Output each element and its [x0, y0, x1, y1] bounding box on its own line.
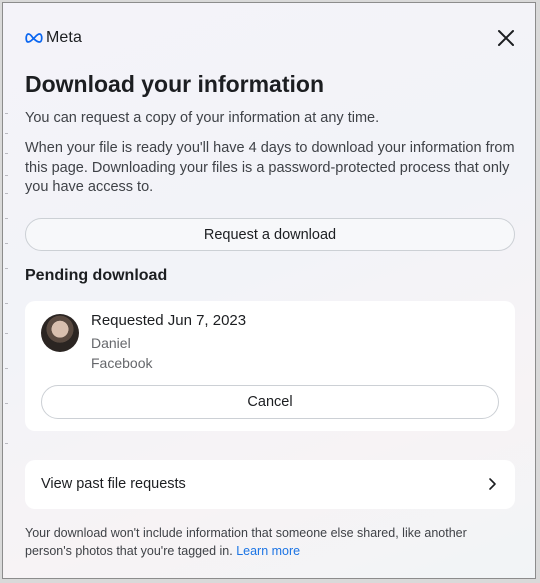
- requested-date: Requested Jun 7, 2023: [91, 312, 247, 329]
- pending-download-heading: Pending download: [25, 267, 168, 284]
- cancel-button[interactable]: Cancel: [41, 385, 499, 419]
- meta-logo: Meta: [25, 29, 82, 47]
- meta-infinity-icon: [25, 33, 43, 43]
- close-icon[interactable]: [495, 27, 517, 49]
- background-ticks: [5, 3, 9, 578]
- details-text: When your file is ready you'll have 4 da…: [25, 140, 515, 195]
- intro-text: You can request a copy of your informati…: [25, 110, 380, 126]
- logo-text: Meta: [46, 29, 82, 46]
- requester-name: Daniel: [91, 335, 131, 351]
- requester-app: Facebook: [91, 355, 153, 371]
- dialog: Meta Download your information You can r…: [2, 2, 536, 579]
- request-download-button[interactable]: Request a download: [25, 218, 515, 251]
- view-past-requests-row[interactable]: View past file requests: [25, 460, 515, 509]
- chevron-right-icon: [489, 478, 496, 490]
- dialog-title: Download your information: [25, 71, 324, 97]
- pending-download-card: Requested Jun 7, 2023 Daniel Facebook Ca…: [25, 301, 515, 431]
- footer-note: Your download won't include information …: [25, 525, 515, 560]
- view-past-requests-label: View past file requests: [41, 476, 186, 492]
- avatar: [41, 314, 79, 352]
- learn-more-link[interactable]: Learn more: [236, 544, 300, 558]
